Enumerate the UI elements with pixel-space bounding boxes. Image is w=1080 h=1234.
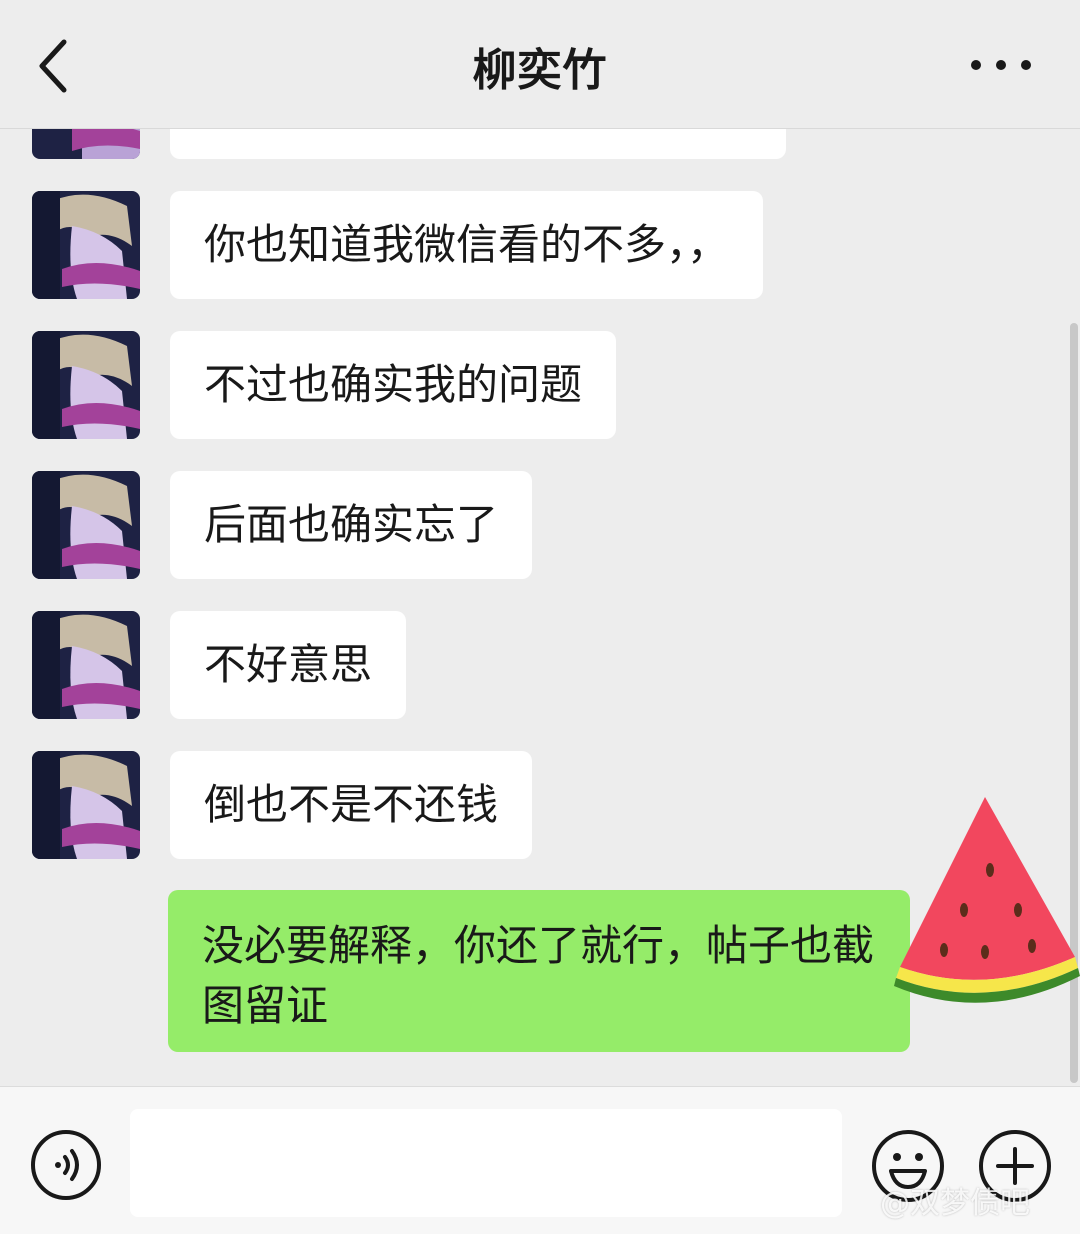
message-bubble[interactable]: 不过也确实我的问题 bbox=[170, 331, 617, 439]
contact-avatar[interactable] bbox=[32, 129, 140, 159]
message-bubble[interactable]: 你也知道我微信看的不多，， bbox=[170, 191, 764, 299]
message-bubble-partial[interactable] bbox=[170, 129, 786, 159]
voice-icon[interactable] bbox=[30, 1129, 102, 1201]
contact-avatar[interactable] bbox=[32, 191, 140, 299]
my-message-bubble[interactable]: 没必要解释，你还了就行，帖子也截图留证 bbox=[168, 890, 910, 1052]
chat-title: 柳奕竹 bbox=[472, 45, 608, 96]
message-input[interactable] bbox=[130, 1109, 842, 1217]
contact-avatar[interactable] bbox=[32, 611, 140, 719]
message-bubble[interactable]: 倒也不是不还钱 bbox=[170, 751, 533, 859]
contact-avatar[interactable] bbox=[32, 331, 140, 439]
message-bubble[interactable]: 不好意思 bbox=[170, 611, 407, 719]
contact-avatar[interactable] bbox=[32, 471, 140, 579]
watermelon-sticker-icon bbox=[894, 797, 1080, 1003]
watermark: @双梦债吧 bbox=[880, 1186, 1030, 1221]
chat-header: 柳奕竹 bbox=[0, 0, 1080, 129]
more-icon[interactable] bbox=[966, 40, 1036, 90]
contact-avatar[interactable] bbox=[32, 751, 140, 859]
message-bubble[interactable]: 后面也确实忘了 bbox=[170, 471, 533, 579]
